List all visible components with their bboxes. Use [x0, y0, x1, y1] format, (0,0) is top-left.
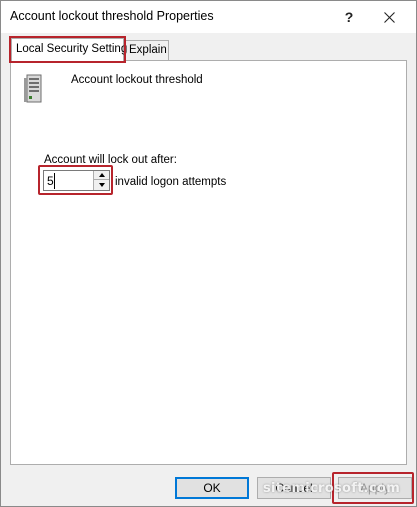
settings-panel: Account lockout threshold Account will l… — [10, 60, 407, 465]
arrow-down-icon — [98, 183, 105, 187]
close-icon — [383, 11, 395, 23]
help-button[interactable]: ? — [328, 1, 370, 33]
lockout-threshold-stepper[interactable]: 5 — [43, 170, 110, 191]
tab-local-security-setting[interactable]: Local Security Setting — [9, 36, 127, 63]
tab-explain[interactable]: Explain — [124, 40, 169, 60]
ok-button[interactable]: OK — [175, 477, 249, 499]
arrow-up-icon — [98, 173, 105, 177]
lockout-suffix-label: invalid logon attempts — [115, 176, 227, 188]
spin-up-button[interactable] — [93, 171, 109, 180]
spin-down-button[interactable] — [93, 180, 109, 190]
window-title: Account lockout threshold Properties — [10, 9, 214, 23]
spin-buttons — [93, 171, 109, 190]
close-button[interactable] — [368, 1, 410, 33]
lockout-threshold-input[interactable]: 5 — [46, 173, 55, 189]
watermark: sitemicrosoft.com — [263, 481, 401, 496]
server-icon — [24, 74, 42, 103]
properties-dialog: Account lockout threshold Properties ? L… — [0, 0, 417, 507]
policy-name: Account lockout threshold — [71, 74, 203, 86]
title-bar[interactable]: Account lockout threshold Properties ? — [1, 1, 416, 33]
spin-highlight: 5 — [38, 165, 113, 195]
